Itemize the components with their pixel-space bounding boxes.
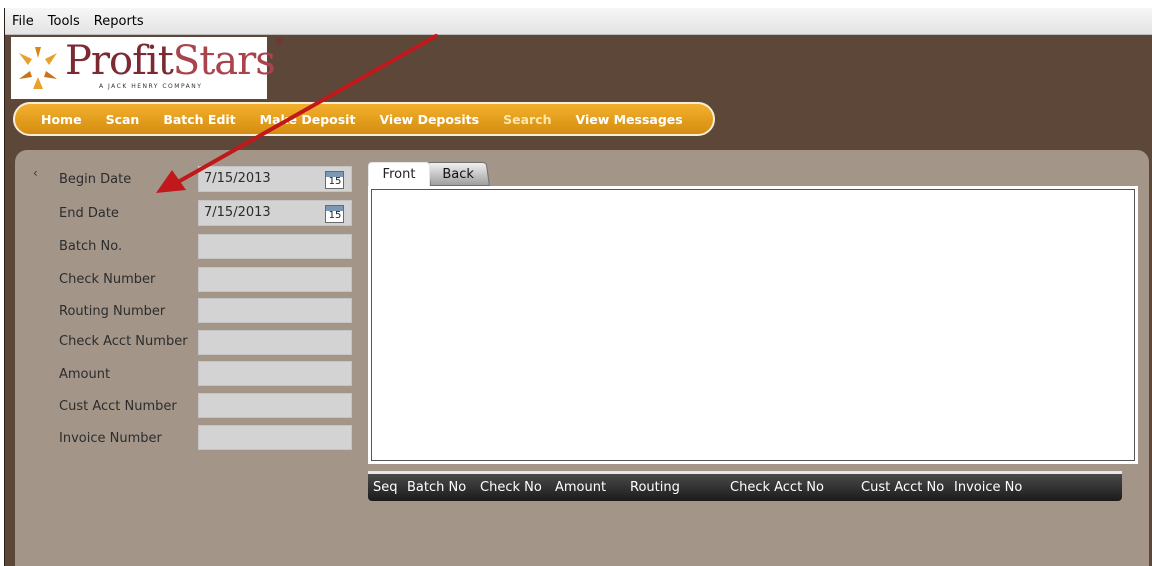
- batch-no-field[interactable]: [198, 234, 352, 259]
- invoice-number-label: Invoice Number: [59, 431, 162, 446]
- menu-bar: File Tools Reports: [5, 8, 1152, 35]
- cust-acct-number-field[interactable]: [198, 393, 352, 418]
- menu-reports[interactable]: Reports: [87, 14, 151, 29]
- end-date-label: End Date: [59, 206, 119, 221]
- check-image-viewer: [368, 186, 1138, 464]
- nav-view-deposits[interactable]: View Deposits: [379, 112, 479, 127]
- check-image-area: [371, 189, 1135, 461]
- column-routing[interactable]: Routing: [630, 480, 680, 495]
- nav-search[interactable]: Search: [503, 112, 551, 127]
- calendar-icon[interactable]: 15: [325, 171, 344, 189]
- calendar-icon[interactable]: 15: [325, 205, 344, 223]
- begin-date-value: 7/15/2013: [204, 171, 271, 186]
- search-panel: ‹ Begin Date 7/15/2013 15 End Date 7/15/…: [15, 150, 1149, 566]
- tab-back[interactable]: Back: [426, 162, 490, 186]
- column-seq[interactable]: Seq: [373, 480, 398, 495]
- column-cust-acct-no[interactable]: Cust Acct No: [861, 480, 944, 495]
- nav-scan[interactable]: Scan: [106, 112, 140, 127]
- column-amount[interactable]: Amount: [555, 480, 606, 495]
- results-grid-header: Seq Batch No Check No Amount Routing Che…: [368, 471, 1122, 501]
- star-logo-icon: [19, 47, 57, 89]
- app-window: File Tools Reports ProfitStars® A JACK H…: [4, 8, 1152, 566]
- tab-front[interactable]: Front: [368, 162, 430, 186]
- begin-date-label: Begin Date: [59, 172, 132, 187]
- check-acct-number-label: Check Acct Number: [59, 334, 188, 349]
- nav-make-deposit[interactable]: Make Deposit: [260, 112, 356, 127]
- end-date-value: 7/15/2013: [204, 205, 271, 220]
- main-nav: Home Scan Batch Edit Make Deposit View D…: [13, 102, 715, 136]
- profitstars-logo: ProfitStars® A JACK HENRY COMPANY: [11, 37, 284, 99]
- check-acct-number-field[interactable]: [198, 330, 352, 355]
- amount-label: Amount: [59, 367, 111, 382]
- invoice-number-field[interactable]: [198, 425, 352, 450]
- batch-no-label: Batch No.: [59, 239, 123, 254]
- nav-view-messages[interactable]: View Messages: [576, 112, 683, 127]
- end-date-field[interactable]: 7/15/2013 15: [198, 200, 352, 226]
- cust-acct-number-label: Cust Acct Number: [59, 399, 177, 414]
- column-invoice-no[interactable]: Invoice No: [954, 480, 1022, 495]
- check-number-label: Check Number: [59, 272, 156, 287]
- column-check-acct-no[interactable]: Check Acct No: [730, 480, 824, 495]
- collapse-arrow-icon[interactable]: ‹: [33, 166, 38, 180]
- amount-field[interactable]: [198, 361, 352, 386]
- routing-number-label: Routing Number: [59, 304, 166, 319]
- nav-batch-edit[interactable]: Batch Edit: [163, 112, 235, 127]
- menu-tools[interactable]: Tools: [41, 14, 87, 29]
- column-batch-no[interactable]: Batch No: [407, 480, 466, 495]
- menu-file[interactable]: File: [5, 14, 41, 29]
- routing-number-field[interactable]: [198, 298, 352, 323]
- logo-wordmark: ProfitStars®: [65, 38, 284, 84]
- logo-tagline: A JACK HENRY COMPANY: [99, 83, 203, 90]
- check-number-field[interactable]: [198, 267, 352, 292]
- column-check-no[interactable]: Check No: [480, 480, 542, 495]
- begin-date-field[interactable]: 7/15/2013 15: [198, 166, 352, 192]
- nav-home[interactable]: Home: [41, 112, 82, 127]
